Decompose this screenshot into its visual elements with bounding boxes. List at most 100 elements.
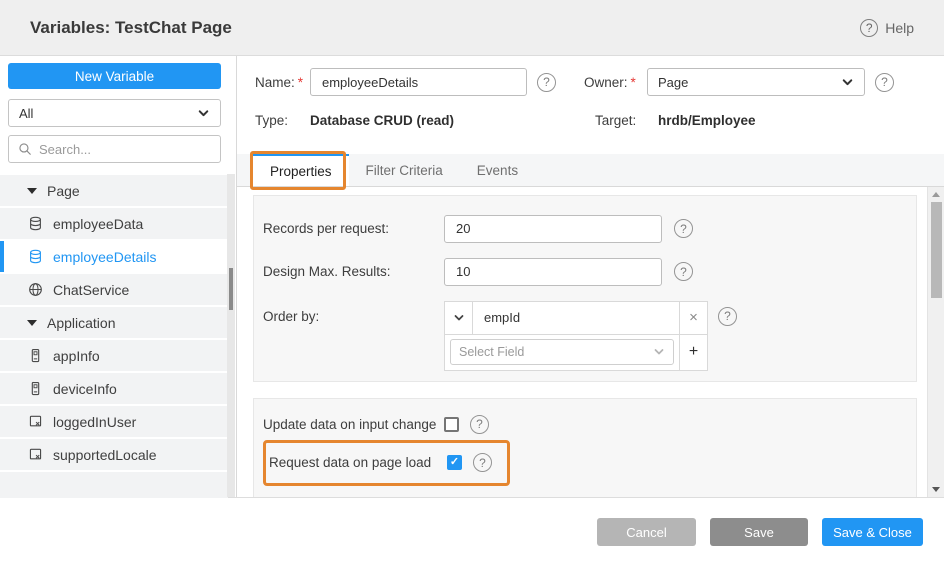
sidebar-item-employeedetails[interactable]: employeeDetails (0, 241, 228, 272)
request-on-load-label: Request data on page load (269, 455, 447, 470)
chevron-down-icon (453, 312, 465, 324)
sidebar-item-chatservice[interactable]: ChatService (0, 274, 228, 305)
name-field[interactable] (310, 68, 527, 96)
sidebar-item-appinfo[interactable]: appInfo (0, 340, 228, 371)
records-per-request-field[interactable] (444, 215, 662, 243)
update-on-input-row: Update data on input change ✓ ? (263, 415, 916, 434)
globe-icon (28, 282, 43, 297)
sidebar-item-label: employeeDetails (53, 249, 157, 265)
main-scrollbar-thumb[interactable] (931, 202, 942, 298)
sidebar-item-deviceinfo[interactable]: deviceInfo (0, 373, 228, 404)
help-label: Help (885, 20, 914, 36)
order-by-selected-row: empId × (445, 302, 707, 335)
chevron-down-icon (841, 76, 854, 89)
order-by-add-row: Select Field + (445, 335, 707, 370)
sidebar-scrollbar[interactable] (227, 174, 235, 497)
new-variable-button[interactable]: New Variable (8, 63, 221, 89)
sidebar-item-supportedlocale[interactable]: supportedLocale (0, 439, 228, 470)
help-icon[interactable]: ? (674, 219, 693, 238)
name-owner-row: Name:* ? Owner:* Page ? (237, 68, 944, 96)
add-order-field-button[interactable]: + (679, 335, 707, 370)
required-marker: * (298, 75, 303, 90)
search-icon (18, 142, 32, 156)
sidebar-item-page[interactable]: Page (0, 175, 228, 206)
sidebar: New Variable All Page employeeData (0, 56, 237, 497)
sidebar-item-label: appInfo (53, 348, 100, 364)
sidebar-item-label: loggedInUser (53, 414, 136, 430)
tab-filter-criteria[interactable]: Filter Criteria (349, 154, 460, 186)
records-per-request-row: Records per request: ? (263, 215, 916, 243)
behavior-panel: Update data on input change ✓ ? Request … (253, 398, 917, 497)
help-icon[interactable]: ? (473, 453, 492, 472)
sidebar-item-application[interactable]: Application (0, 307, 228, 338)
select-field-placeholder: Select Field (459, 345, 524, 359)
database-icon (28, 249, 43, 264)
sidebar-item-label: employeeData (53, 216, 143, 232)
sidebar-item-label: supportedLocale (53, 447, 157, 463)
help-button[interactable]: ? Help (860, 19, 914, 37)
type-target-row: Type: Database CRUD (read) Target: hrdb/… (237, 111, 944, 130)
help-icon[interactable]: ? (718, 307, 737, 326)
sidebar-item-loggedinuser[interactable]: loggedInUser (0, 406, 228, 437)
help-icon[interactable]: ? (674, 262, 693, 281)
filter-dropdown-value: All (19, 106, 33, 121)
design-max-results-label: Design Max. Results: (263, 264, 444, 279)
tab-bar: Properties Filter Criteria Events (237, 154, 944, 187)
tab-events[interactable]: Events (460, 154, 535, 186)
order-by-builder: empId × Select Field + (444, 301, 708, 371)
caret-down-icon (27, 320, 37, 326)
list-filler-row (0, 472, 228, 498)
database-icon (28, 216, 43, 231)
variable-list: Page employeeData employeeDetails ChatSe… (0, 175, 236, 498)
main-scrollbar[interactable] (927, 187, 944, 497)
update-on-input-label: Update data on input change (263, 417, 444, 432)
help-icon[interactable]: ? (875, 73, 894, 92)
device-icon (28, 381, 43, 396)
select-field-wrap: Select Field (445, 335, 679, 369)
scroll-down-arrow-icon[interactable] (932, 487, 940, 492)
target-value: hrdb/Employee (658, 113, 756, 128)
owner-label: Owner:* (584, 75, 647, 90)
check-icon: ✓ (450, 457, 459, 468)
order-by-label: Order by: (263, 309, 444, 324)
search-box[interactable] (8, 135, 221, 163)
help-icon[interactable]: ? (537, 73, 556, 92)
plus-icon: + (689, 343, 698, 361)
search-input[interactable] (39, 142, 199, 157)
type-value: Database CRUD (read) (310, 113, 537, 128)
select-field-dropdown[interactable]: Select Field (450, 339, 674, 365)
design-max-results-row: Design Max. Results: ? (263, 258, 916, 286)
name-label: Name:* (255, 75, 310, 90)
page-title: Variables: TestChat Page (30, 18, 232, 38)
sidebar-item-label: Page (47, 183, 80, 199)
document-icon (28, 447, 43, 462)
remove-order-field-button[interactable]: × (679, 302, 707, 334)
owner-select[interactable]: Page (647, 68, 865, 96)
tab-properties[interactable]: Properties (253, 154, 349, 186)
type-label: Type: (255, 113, 310, 128)
save-button[interactable]: Save (710, 518, 808, 546)
help-icon: ? (860, 19, 878, 37)
order-direction-button[interactable] (445, 302, 473, 334)
chevron-down-icon (653, 346, 665, 358)
sidebar-scrollbar-thumb[interactable] (229, 268, 233, 310)
update-on-input-checkbox[interactable]: ✓ (444, 417, 459, 432)
main-panel: Name:* ? Owner:* Page ? Type: Database C… (237, 56, 944, 497)
help-icon[interactable]: ? (470, 415, 489, 434)
document-icon (28, 414, 43, 429)
cancel-button[interactable]: Cancel (597, 518, 696, 546)
close-icon: × (689, 309, 698, 326)
owner-select-value: Page (658, 75, 688, 90)
chevron-down-icon (197, 107, 210, 120)
dialog-header: Variables: TestChat Page ? Help (0, 0, 944, 56)
request-on-load-row: Request data on page load ✓ ? (269, 453, 492, 472)
save-and-close-button[interactable]: Save & Close (822, 518, 923, 546)
caret-down-icon (27, 188, 37, 194)
required-marker: * (631, 75, 636, 90)
request-settings-panel: Records per request: ? Design Max. Resul… (253, 195, 917, 382)
sidebar-item-employeedata[interactable]: employeeData (0, 208, 228, 239)
scroll-up-arrow-icon[interactable] (932, 192, 940, 197)
design-max-results-field[interactable] (444, 258, 662, 286)
request-on-load-checkbox[interactable]: ✓ (447, 455, 462, 470)
filter-dropdown[interactable]: All (8, 99, 221, 127)
